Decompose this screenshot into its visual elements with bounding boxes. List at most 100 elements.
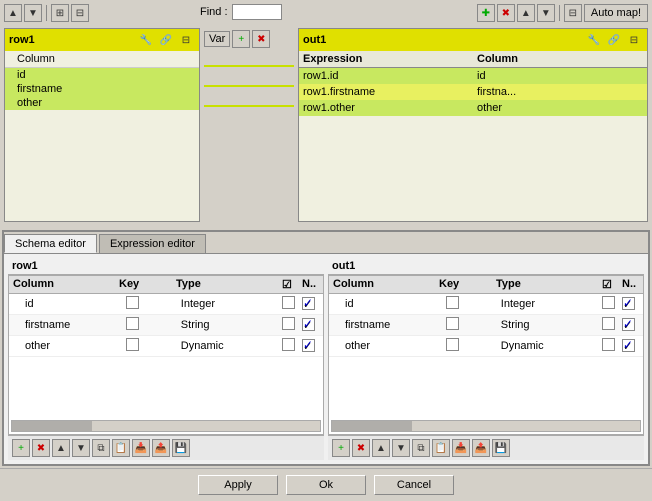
left-key-2-checkbox[interactable]: [126, 338, 139, 351]
find-input[interactable]: [232, 4, 282, 20]
right-row-2-key: [442, 336, 497, 356]
left-table-edit-icon[interactable]: 🔧: [137, 31, 155, 49]
left-table-container: row1 🔧 🔗 ⊟ Column id firstname other: [4, 28, 200, 222]
left-add-button[interactable]: +: [12, 439, 30, 457]
right-row-2-n: ✓: [618, 337, 643, 355]
left-row-0-type: Integer: [177, 296, 278, 312]
right-remove-button[interactable]: ✖: [352, 439, 370, 457]
tab-expression-editor[interactable]: Expression editor: [99, 234, 206, 253]
left-export-button[interactable]: 📤: [152, 439, 170, 457]
right-key-1-checkbox[interactable]: [446, 317, 459, 330]
right-row-1[interactable]: row1.firstname firstna...: [299, 84, 647, 100]
right-row-1-type: String: [497, 317, 598, 333]
right-schema-panel: out1 Column Key Type ☑ N.. id Integer: [328, 258, 644, 460]
right-n-0-checkbox[interactable]: ✓: [622, 297, 635, 310]
tab-schema-editor[interactable]: Schema editor: [4, 234, 97, 253]
move-up-button[interactable]: ▲: [4, 4, 22, 22]
left-table-link-icon[interactable]: 🔗: [157, 31, 175, 49]
left-row-1-key: [122, 315, 177, 335]
right-table-name: out1: [303, 34, 326, 46]
left-schema-row-0[interactable]: id Integer ✓: [9, 294, 323, 315]
move-down-button[interactable]: ▼: [24, 4, 42, 22]
add-mapping-button[interactable]: ✚: [477, 4, 495, 22]
right-toolbar: ✚ ✖ ▲ ▼ ⊟ Auto map!: [477, 4, 648, 22]
left-schema-row-1[interactable]: firstname String ✓: [9, 315, 323, 336]
right-table-edit-icon[interactable]: 🔧: [585, 31, 603, 49]
right-table-link-icon[interactable]: 🔗: [605, 31, 623, 49]
right-n-1-checkbox[interactable]: ✓: [622, 318, 635, 331]
var-remove-button[interactable]: ✖: [252, 30, 270, 48]
right-check-1-checkbox[interactable]: [602, 317, 615, 330]
left-row-2-n: ✓: [298, 337, 323, 355]
right-up-button[interactable]: ▲: [372, 439, 390, 457]
left-key-0-checkbox[interactable]: [126, 296, 139, 309]
right-table-view-icon[interactable]: ⊟: [625, 31, 643, 49]
right-key-2-checkbox[interactable]: [446, 338, 459, 351]
left-n-1-checkbox[interactable]: ✓: [302, 318, 315, 331]
var-add-button[interactable]: +: [232, 30, 250, 48]
left-row-0-check: [278, 294, 298, 314]
right-import-button[interactable]: 📥: [452, 439, 470, 457]
left-row-0-col: id: [9, 296, 122, 312]
left-up-button[interactable]: ▲: [52, 439, 70, 457]
right-row-0-col: id: [329, 296, 442, 312]
left-n-0-checkbox[interactable]: ✓: [302, 297, 315, 310]
left-row-firstname[interactable]: firstname: [5, 82, 199, 96]
schema-tabs: Schema editor Expression editor: [4, 232, 648, 254]
left-check-1-checkbox[interactable]: [282, 317, 295, 330]
remove-mapping-button[interactable]: ✖: [497, 4, 515, 22]
left-import-button[interactable]: 📥: [132, 439, 150, 457]
right-check-2-checkbox[interactable]: [602, 338, 615, 351]
right-key-0-checkbox[interactable]: [446, 296, 459, 309]
right-row-1-check: [598, 315, 618, 335]
left-row-other[interactable]: other: [5, 96, 199, 110]
right-down-button[interactable]: ▼: [392, 439, 410, 457]
divider-1: [46, 5, 47, 21]
left-key-1-checkbox[interactable]: [126, 317, 139, 330]
right-paste-button[interactable]: 📋: [432, 439, 450, 457]
right-save-button[interactable]: 💾: [492, 439, 510, 457]
ok-button[interactable]: Ok: [286, 475, 366, 495]
down-mapping-button[interactable]: ▼: [537, 4, 555, 22]
split-button[interactable]: ⊟: [564, 4, 582, 22]
right-check-0-checkbox[interactable]: [602, 296, 615, 309]
left-check-2-checkbox[interactable]: [282, 338, 295, 351]
up-mapping-button[interactable]: ▲: [517, 4, 535, 22]
right-copy-button[interactable]: ⧉: [412, 439, 430, 457]
right-schema-title: out1: [328, 258, 644, 274]
right-schema-row-2[interactable]: other Dynamic ✓: [329, 336, 643, 357]
right-schema-row-0[interactable]: id Integer ✓: [329, 294, 643, 315]
right-n-2-checkbox[interactable]: ✓: [622, 339, 635, 352]
right-scrollbar[interactable]: [331, 420, 641, 432]
left-row-1-col: firstname: [9, 317, 122, 333]
left-row-0-n: ✓: [298, 295, 323, 313]
left-down-button[interactable]: ▼: [72, 439, 90, 457]
left-schema-table: Column Key Type ☑ N.. id Integer ✓: [8, 274, 324, 435]
right-schema-row-1[interactable]: firstname String ✓: [329, 315, 643, 336]
left-remove-button[interactable]: ✖: [32, 439, 50, 457]
right-row-2-col: other: [329, 338, 442, 354]
right-export-button[interactable]: 📤: [472, 439, 490, 457]
left-save-button[interactable]: 💾: [172, 439, 190, 457]
middle-panel: Var + ✖: [204, 28, 294, 222]
cancel-button[interactable]: Cancel: [374, 475, 454, 495]
right-table-container: out1 🔧 🔗 ⊟ Expression Column row1.id id: [298, 28, 648, 222]
right-add-button[interactable]: +: [332, 439, 350, 457]
right-row-2[interactable]: row1.other other: [299, 100, 647, 116]
apply-button[interactable]: Apply: [198, 475, 278, 495]
right-row-0[interactable]: row1.id id: [299, 68, 647, 84]
find-label: Find :: [200, 6, 228, 18]
layout-button[interactable]: ⊟: [71, 4, 89, 22]
left-row-id[interactable]: id: [5, 68, 199, 82]
left-n-2-checkbox[interactable]: ✓: [302, 339, 315, 352]
automap-button[interactable]: Auto map!: [584, 4, 648, 22]
left-schema-row-2[interactable]: other Dynamic ✓: [9, 336, 323, 357]
right-schema-header: Column Key Type ☑ N..: [329, 275, 643, 294]
bottom-buttons: Apply Ok Cancel: [0, 468, 652, 501]
left-check-0-checkbox[interactable]: [282, 296, 295, 309]
left-table-view-icon[interactable]: ⊟: [177, 31, 195, 49]
left-copy-button[interactable]: ⧉: [92, 439, 110, 457]
view-button[interactable]: ⊞: [51, 4, 69, 22]
left-scrollbar[interactable]: [11, 420, 321, 432]
left-paste-button[interactable]: 📋: [112, 439, 130, 457]
